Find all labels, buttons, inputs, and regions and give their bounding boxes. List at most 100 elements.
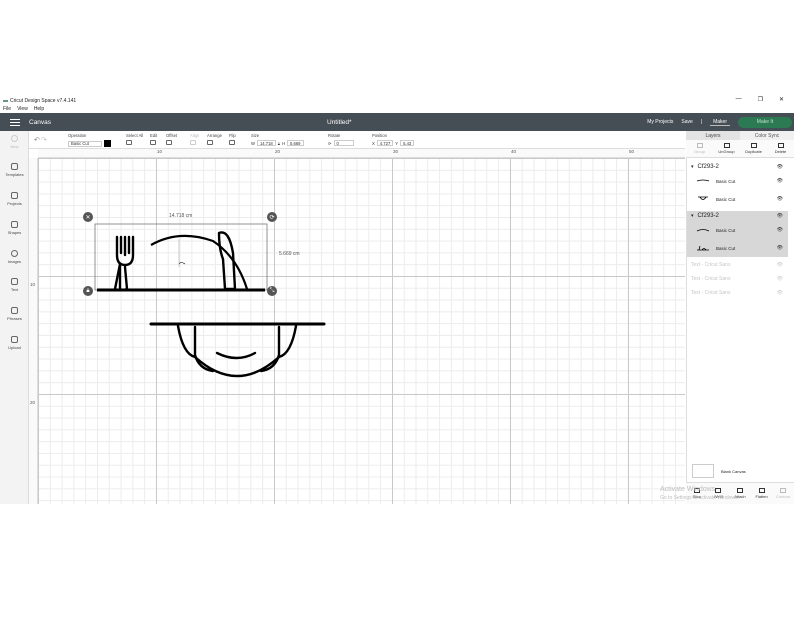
eye-icon[interactable]: 👁︎	[777, 196, 783, 202]
chevron-down-icon[interactable]: ▾	[691, 213, 694, 219]
lock-handle-icon[interactable]: 🔒︎	[83, 286, 93, 296]
text-layer-row[interactable]: Text - Cricut Sans 👁︎	[691, 260, 788, 270]
blank-canvas-row[interactable]: Blank Canvas	[692, 463, 772, 479]
flatten-button[interactable]: Flatten	[751, 483, 773, 504]
align-label: Align	[190, 133, 200, 138]
delete-button[interactable]: Delete	[767, 140, 794, 157]
contour-button[interactable]: Contour	[772, 483, 794, 504]
ruler-tick: 50	[629, 149, 635, 154]
save-button[interactable]: Save	[681, 119, 692, 125]
canvas-artwork	[94, 223, 326, 378]
x-label: X	[372, 140, 375, 146]
title-bar: Cricut Design Space v7.4.141	[0, 96, 794, 105]
document-title[interactable]: Untitled*	[327, 119, 352, 126]
make-it-button[interactable]: Make It	[738, 116, 792, 128]
redo-icon[interactable]: ↷	[41, 137, 47, 144]
fork-shape[interactable]	[113, 235, 135, 292]
layer-row[interactable]: Basic Cut 👁︎	[687, 239, 788, 257]
menu-help[interactable]: Help	[34, 106, 44, 112]
delete-handle-icon[interactable]: ✕	[83, 212, 93, 222]
lightbulb-icon	[11, 250, 18, 257]
tab-layers[interactable]: Layers	[686, 131, 740, 140]
eye-icon[interactable]: 👁︎	[777, 164, 783, 170]
layer-row[interactable]: Basic Cut 👁︎	[687, 172, 788, 190]
minimize-icon[interactable]: —	[736, 96, 742, 103]
arrange-icon[interactable]	[207, 140, 213, 145]
undo-icon[interactable]: ↶	[34, 137, 40, 144]
text-layer-row[interactable]: Text - Cricut Sans 👁︎	[691, 288, 788, 298]
eye-icon[interactable]: 👁︎	[777, 276, 783, 282]
operation-select[interactable]: Basic Cut	[68, 140, 102, 147]
eye-icon[interactable]: 👁︎	[777, 213, 783, 219]
menu-view[interactable]: View	[17, 106, 28, 112]
machine-select[interactable]: Maker	[710, 119, 730, 126]
sidebar-item-upload[interactable]: Upload	[0, 336, 29, 350]
close-window-icon[interactable]: ✕	[779, 96, 784, 103]
offset-icon[interactable]	[166, 140, 172, 145]
select-all-icon[interactable]	[126, 140, 132, 145]
width-dimension-label: 14.718 cm	[169, 213, 193, 219]
height-dimension-label: 5.669 cm	[279, 251, 300, 257]
sidebar-item-projects[interactable]: Projects	[0, 192, 29, 206]
sidebar-item-new[interactable]: New	[0, 135, 29, 149]
position-group: Position X 4.727 Y 5.43	[372, 133, 415, 146]
sidebar-item-shapes[interactable]: Shapes	[0, 221, 29, 235]
lock-ratio-icon[interactable]: 🔒︎	[278, 141, 280, 146]
sidebar-item-label: Templates	[5, 172, 24, 177]
group-icon	[696, 143, 703, 148]
layer-row[interactable]: Basic Cut 👁︎	[687, 221, 788, 239]
text-layer-label: Text - Cricut Sans	[691, 276, 731, 282]
eye-icon[interactable]: 👁︎	[777, 245, 783, 251]
width-label: W	[251, 140, 255, 146]
ruler-tick: 20	[30, 400, 36, 405]
sidebar-item-images[interactable]: Images	[0, 250, 29, 264]
layers-panel: ▾ Cf293-2 👁︎ Basic Cut 👁︎ Basic Cut 👁︎ ▾…	[686, 158, 794, 504]
ungroup-button[interactable]: UnGroup	[713, 140, 740, 157]
knife-shape[interactable]	[217, 231, 237, 291]
tab-color-sync[interactable]: Color Sync	[740, 131, 794, 140]
layer-row[interactable]: Basic Cut 👁︎	[687, 190, 788, 208]
edit-icon[interactable]	[150, 140, 156, 145]
my-projects-link[interactable]: My Projects	[647, 119, 673, 125]
x-input[interactable]: 4.727	[376, 140, 394, 146]
rotate-input[interactable]: 0	[333, 140, 354, 146]
design-canvas[interactable]: ✕ ⟳ 🔒︎ ⤡ 14.718 cm 5.669 cm	[29, 149, 685, 504]
layer-group-row[interactable]: ▾ Cf293-2 👁︎	[687, 162, 788, 172]
sidebar-item-text[interactable]: Text	[0, 278, 29, 292]
bowl-shape[interactable]	[149, 322, 326, 378]
contour-label: Contour	[776, 494, 791, 499]
arrange-label: Arrange	[207, 133, 222, 138]
sidebar-item-phrases[interactable]: Phrases	[0, 307, 29, 321]
blank-canvas-label: Blank Canvas	[721, 468, 746, 474]
resize-handle-icon[interactable]: ⤡	[267, 286, 277, 296]
operation-label: Operation	[68, 133, 87, 138]
eye-icon[interactable]: 👁︎	[777, 227, 783, 233]
layer-label: Basic Cut	[716, 178, 736, 184]
eye-icon[interactable]: 👁︎	[777, 262, 783, 268]
select-all-label: Select All	[126, 133, 144, 138]
y-input[interactable]: 5.43	[400, 140, 415, 146]
height-input[interactable]: 5.669	[287, 140, 304, 146]
eye-icon[interactable]: 👁︎	[777, 290, 783, 296]
arrange-group: Arrange	[207, 133, 222, 145]
flip-icon[interactable]	[229, 140, 235, 145]
color-swatch[interactable]	[104, 140, 111, 147]
blank-canvas-swatch[interactable]	[692, 464, 714, 478]
rotate-group: Rotate ⟳ 0	[328, 133, 354, 146]
ruler-tick: 30	[393, 149, 399, 154]
chevron-down-icon[interactable]: ▾	[691, 164, 694, 170]
menu-file[interactable]: File	[3, 106, 11, 112]
width-input[interactable]: 14.718	[256, 140, 276, 146]
duplicate-button[interactable]: Duplicate	[740, 140, 767, 157]
sidebar-item-templates[interactable]: Templates	[0, 163, 29, 177]
group-button[interactable]: Group	[686, 140, 713, 157]
eye-icon[interactable]: 👁︎	[777, 178, 783, 184]
app-header: Canvas Untitled* My Projects Save | Make…	[0, 113, 794, 131]
maximize-icon[interactable]: ❐	[758, 96, 763, 103]
text-layer-row[interactable]: Text - Cricut Sans 👁︎	[691, 274, 788, 284]
phrases-icon	[11, 307, 18, 314]
hamburger-menu-icon[interactable]	[10, 118, 20, 126]
align-icon[interactable]	[190, 140, 196, 145]
rotate-handle-icon[interactable]: ⟳	[267, 212, 277, 222]
layer-group-row[interactable]: ▾ Cf293-2 👁︎	[687, 211, 788, 221]
